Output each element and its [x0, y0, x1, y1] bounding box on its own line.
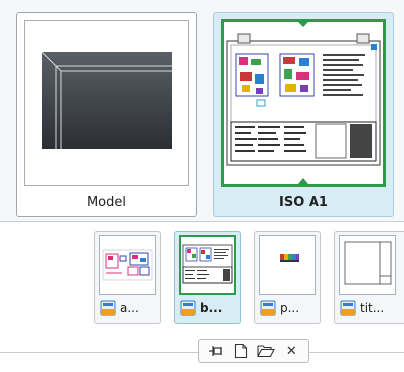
sheet-thumb-tit[interactable]: tit... — [334, 231, 404, 324]
sheet-label: tit... — [360, 301, 385, 315]
sheet-thumb-preview — [99, 235, 156, 295]
sheet-thumb-footer: tit... — [337, 298, 402, 318]
sheet-toolbar: ✕ — [198, 339, 309, 363]
sheet-label: p... — [280, 301, 300, 315]
new-sheet-icon — [234, 343, 247, 359]
layout-label-iso-a1: ISO A1 — [279, 195, 328, 210]
model-preview — [24, 20, 189, 186]
sheet-drawing-graphic — [226, 22, 381, 184]
sheet-thumb-preview — [259, 235, 316, 295]
pin-icon — [208, 346, 222, 356]
iso-a1-sheet-preview — [221, 19, 386, 187]
open-folder-button[interactable] — [255, 341, 277, 361]
sheet-thumb-footer: b... — [177, 298, 238, 318]
sheet-icon — [260, 300, 276, 316]
close-icon: ✕ — [285, 343, 297, 359]
sheet-thumb-p[interactable]: p... — [254, 231, 321, 324]
sheet-thumb-footer: p... — [257, 298, 318, 318]
sheet-icon — [340, 300, 356, 316]
layout-label-model: Model — [86, 195, 127, 210]
sheet-b-graphic — [182, 244, 233, 284]
sheet-thumb-preview — [339, 235, 396, 295]
sheet-icon — [180, 300, 196, 316]
sheet-thumb-b[interactable]: b... — [174, 231, 241, 324]
layout-model[interactable]: Model — [16, 12, 197, 217]
layout-iso-a1[interactable]: ISO A1 — [213, 12, 394, 217]
close-button[interactable]: ✕ — [280, 341, 302, 361]
sheet-thumb-footer: a... — [97, 298, 158, 318]
open-folder-icon — [257, 345, 276, 358]
pin-button[interactable] — [205, 341, 227, 361]
sheet-label: b... — [200, 301, 223, 315]
sheet-thumb-a[interactable]: a... — [94, 231, 161, 324]
sheet-label: a... — [120, 301, 139, 315]
sheet-a-graphic — [102, 249, 153, 281]
sheet-icon — [100, 300, 116, 316]
sheet-tit-graphic — [344, 241, 392, 285]
model-view-graphic — [41, 51, 172, 149]
sheet-p-graphic — [280, 254, 299, 262]
new-sheet-button[interactable] — [230, 341, 252, 361]
sheet-thumb-preview — [179, 235, 236, 295]
